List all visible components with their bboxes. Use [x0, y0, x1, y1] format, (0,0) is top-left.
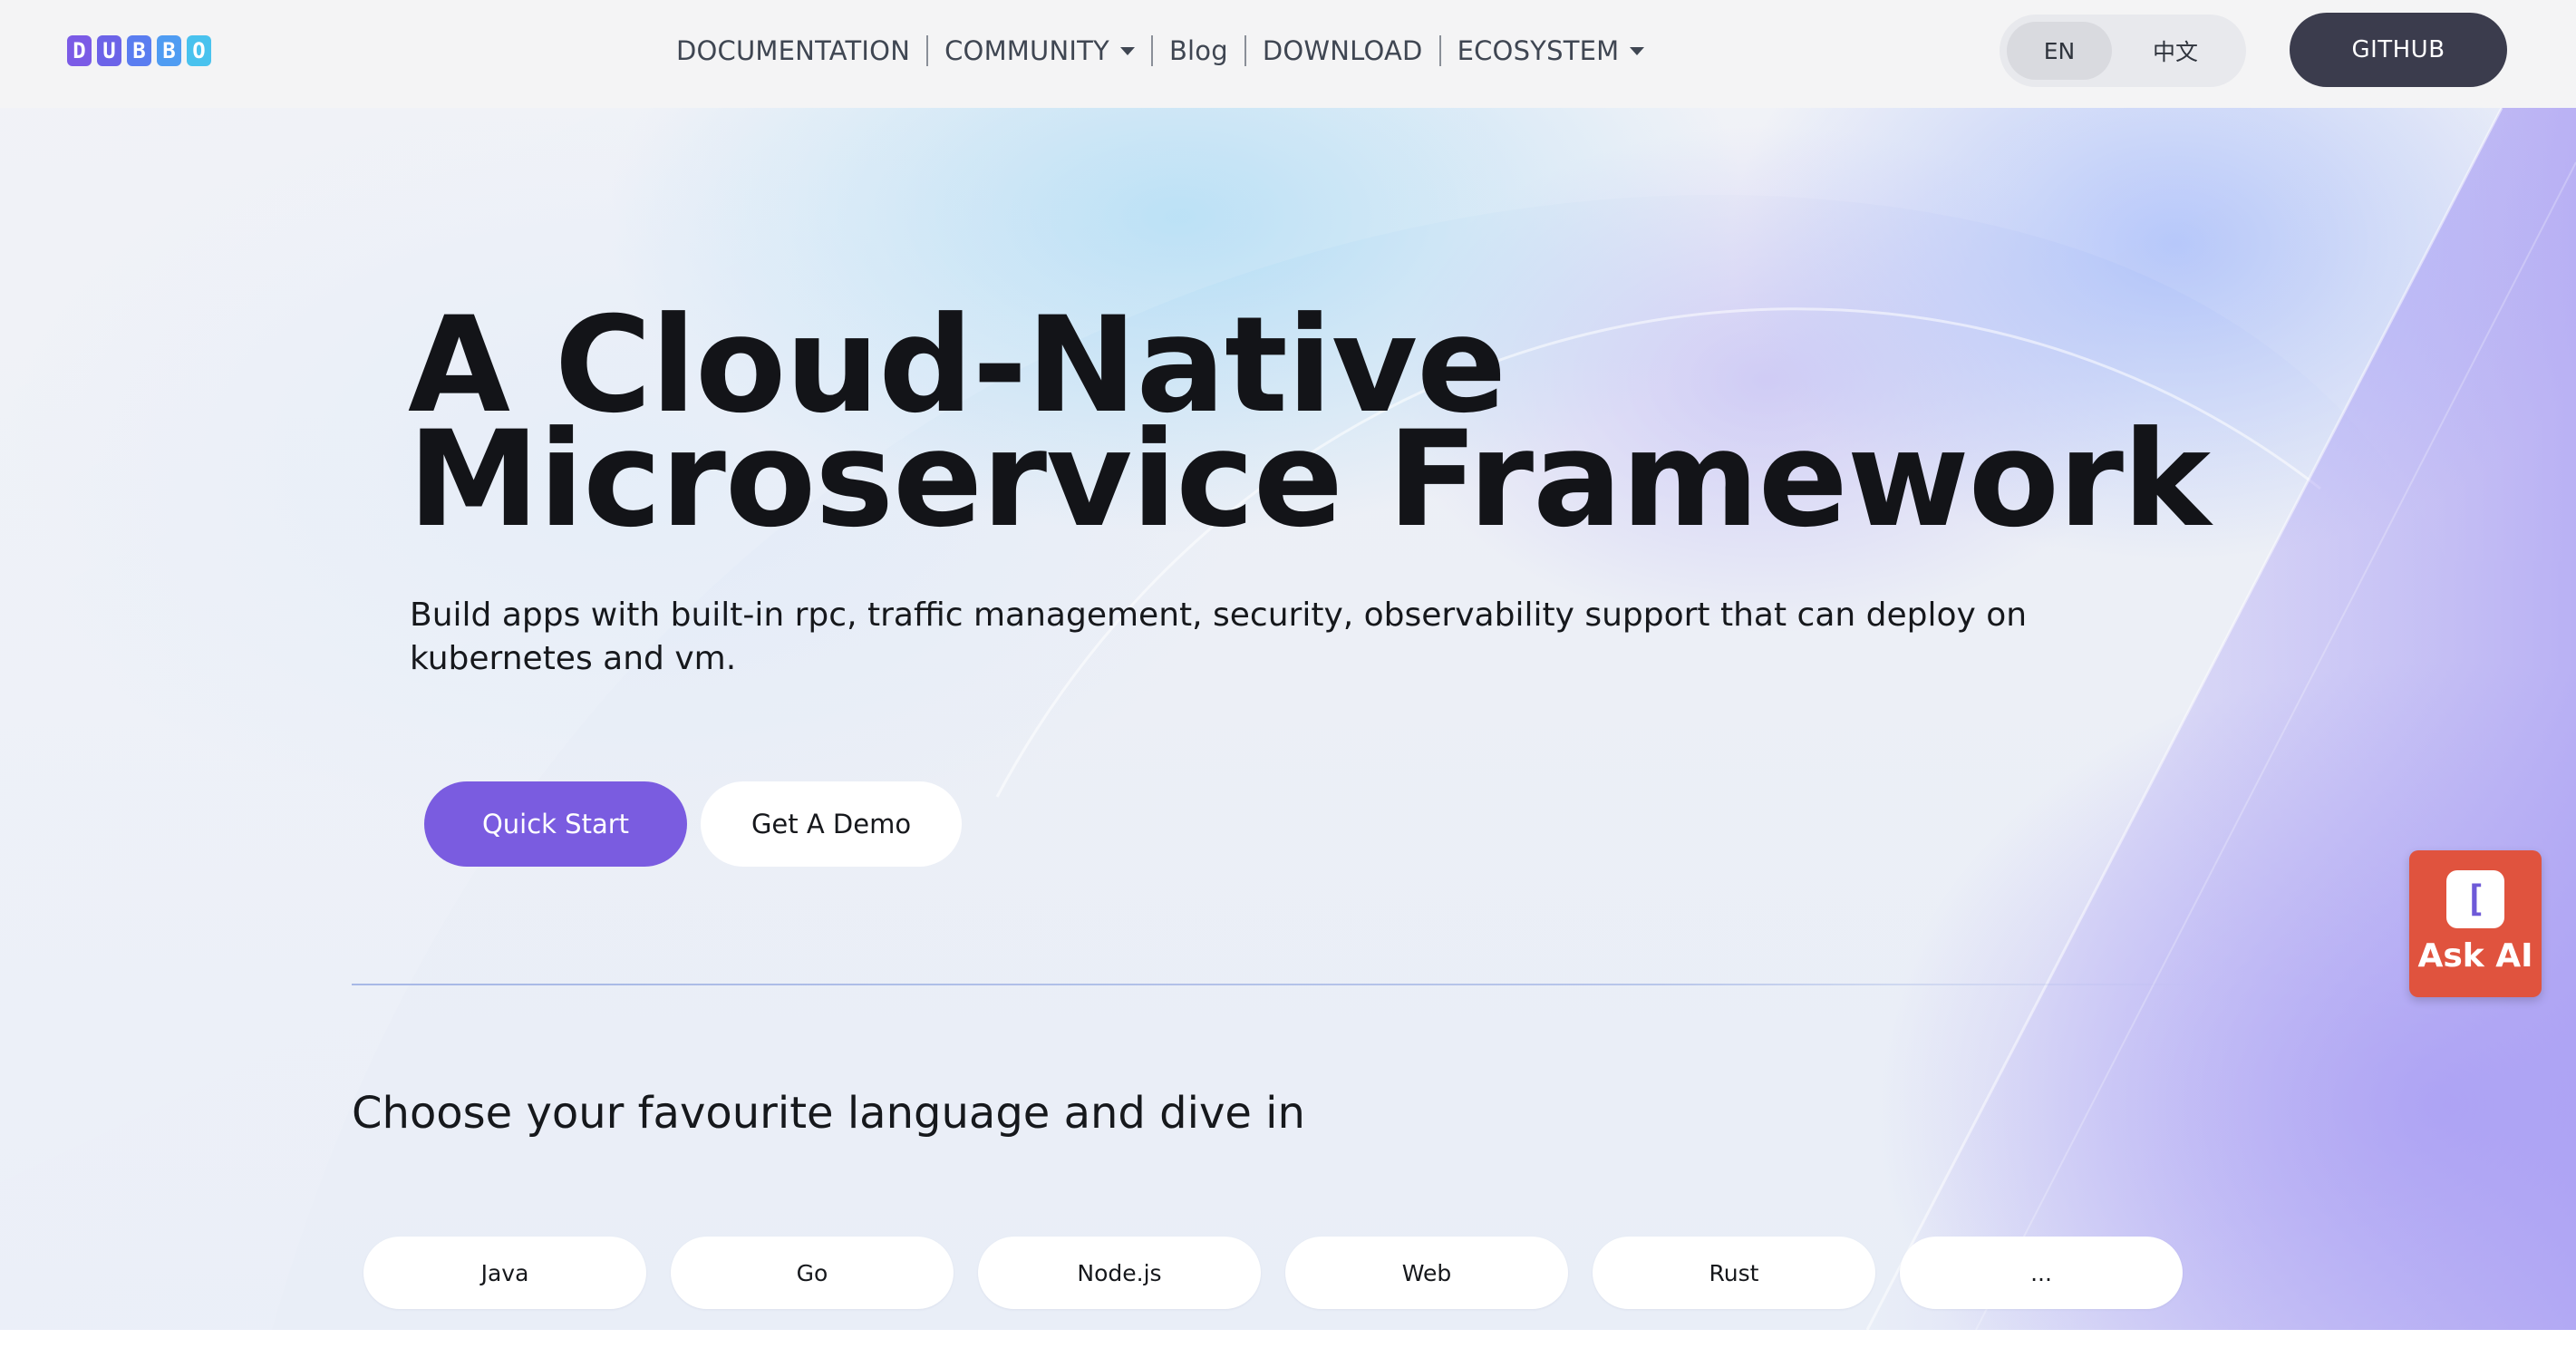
lang-zh-button[interactable]: 中文: [2123, 22, 2228, 80]
logo-letter-tile: O: [187, 35, 211, 66]
nav-item-blog[interactable]: Blog: [1155, 35, 1243, 66]
nav-item-community[interactable]: COMMUNITY: [930, 35, 1149, 66]
caret-down-icon: [1630, 46, 1645, 55]
language-chips: Java Go Node.js Web Rust...: [363, 1237, 2183, 1309]
nav-item-label: DOWNLOAD: [1262, 35, 1423, 66]
quick-start-button[interactable]: Quick Start: [424, 781, 687, 867]
logo-letter-tile: B: [157, 35, 181, 66]
language-switcher: EN 中文: [2000, 15, 2246, 87]
page-bottom-strip: [0, 1330, 2576, 1358]
nav-item-label: COMMUNITY: [944, 35, 1109, 66]
caret-down-icon: [1119, 46, 1135, 55]
nav-separator: [1150, 35, 1153, 66]
nav-item-documentation[interactable]: DOCUMENTATION: [662, 35, 925, 66]
main-nav: DOCUMENTATION COMMUNITY Blog DOWNLOAD ECOSYS…: [662, 27, 1659, 74]
nav-separator: [1244, 35, 1246, 66]
nav-item-label: Blog: [1168, 35, 1228, 66]
logo-letter-tile: D: [67, 35, 92, 66]
top-navbar: DUBBO DOCUMENTATION COMMUNITY Blog DOWNLOAD…: [0, 0, 2576, 108]
nav-separator: [1438, 35, 1441, 66]
dubbo-logo[interactable]: DUBBO: [67, 34, 211, 67]
hero-title-line2: Microservice Framework: [408, 403, 2211, 557]
nav-item-ecosystem[interactable]: ECOSYSTEM: [1443, 35, 1660, 66]
language-chip[interactable]: ...: [1900, 1237, 2183, 1309]
language-chip[interactable]: Web: [1285, 1237, 1568, 1309]
logo-letter-tile: B: [127, 35, 151, 66]
ask-ai-button[interactable]: [ Ask AI: [2409, 850, 2542, 997]
section-divider: [352, 984, 2201, 985]
page: DUBBO DOCUMENTATION COMMUNITY Blog DOWNLOAD…: [0, 0, 2576, 1358]
language-chip[interactable]: Rust: [1593, 1237, 1875, 1309]
hero-subtitle: Build apps with built-in rpc, traffic ma…: [410, 597, 2028, 677]
language-chip[interactable]: Java: [363, 1237, 646, 1309]
get-a-demo-button[interactable]: Get A Demo: [701, 781, 962, 867]
nav-item-label: DOCUMENTATION: [676, 35, 911, 66]
hero-title: A Cloud-Native Microservice Framework: [408, 299, 2211, 557]
lang-en-button[interactable]: EN: [2007, 22, 2112, 80]
ask-ai-label: Ask AI: [2417, 937, 2533, 975]
nav-item-download[interactable]: DOWNLOAD: [1248, 35, 1438, 66]
language-chip[interactable]: Go: [671, 1237, 954, 1309]
language-chip[interactable]: Node.js: [978, 1237, 1261, 1309]
nav-item-label: ECOSYSTEM: [1457, 35, 1620, 66]
dubbo-bracket-icon: [: [2446, 870, 2504, 928]
github-button[interactable]: GITHUB: [2290, 13, 2507, 87]
nav-separator: [926, 35, 929, 66]
languages-heading: Choose your favourite language and dive …: [352, 1088, 1305, 1139]
logo-letter-tile: U: [97, 35, 121, 66]
